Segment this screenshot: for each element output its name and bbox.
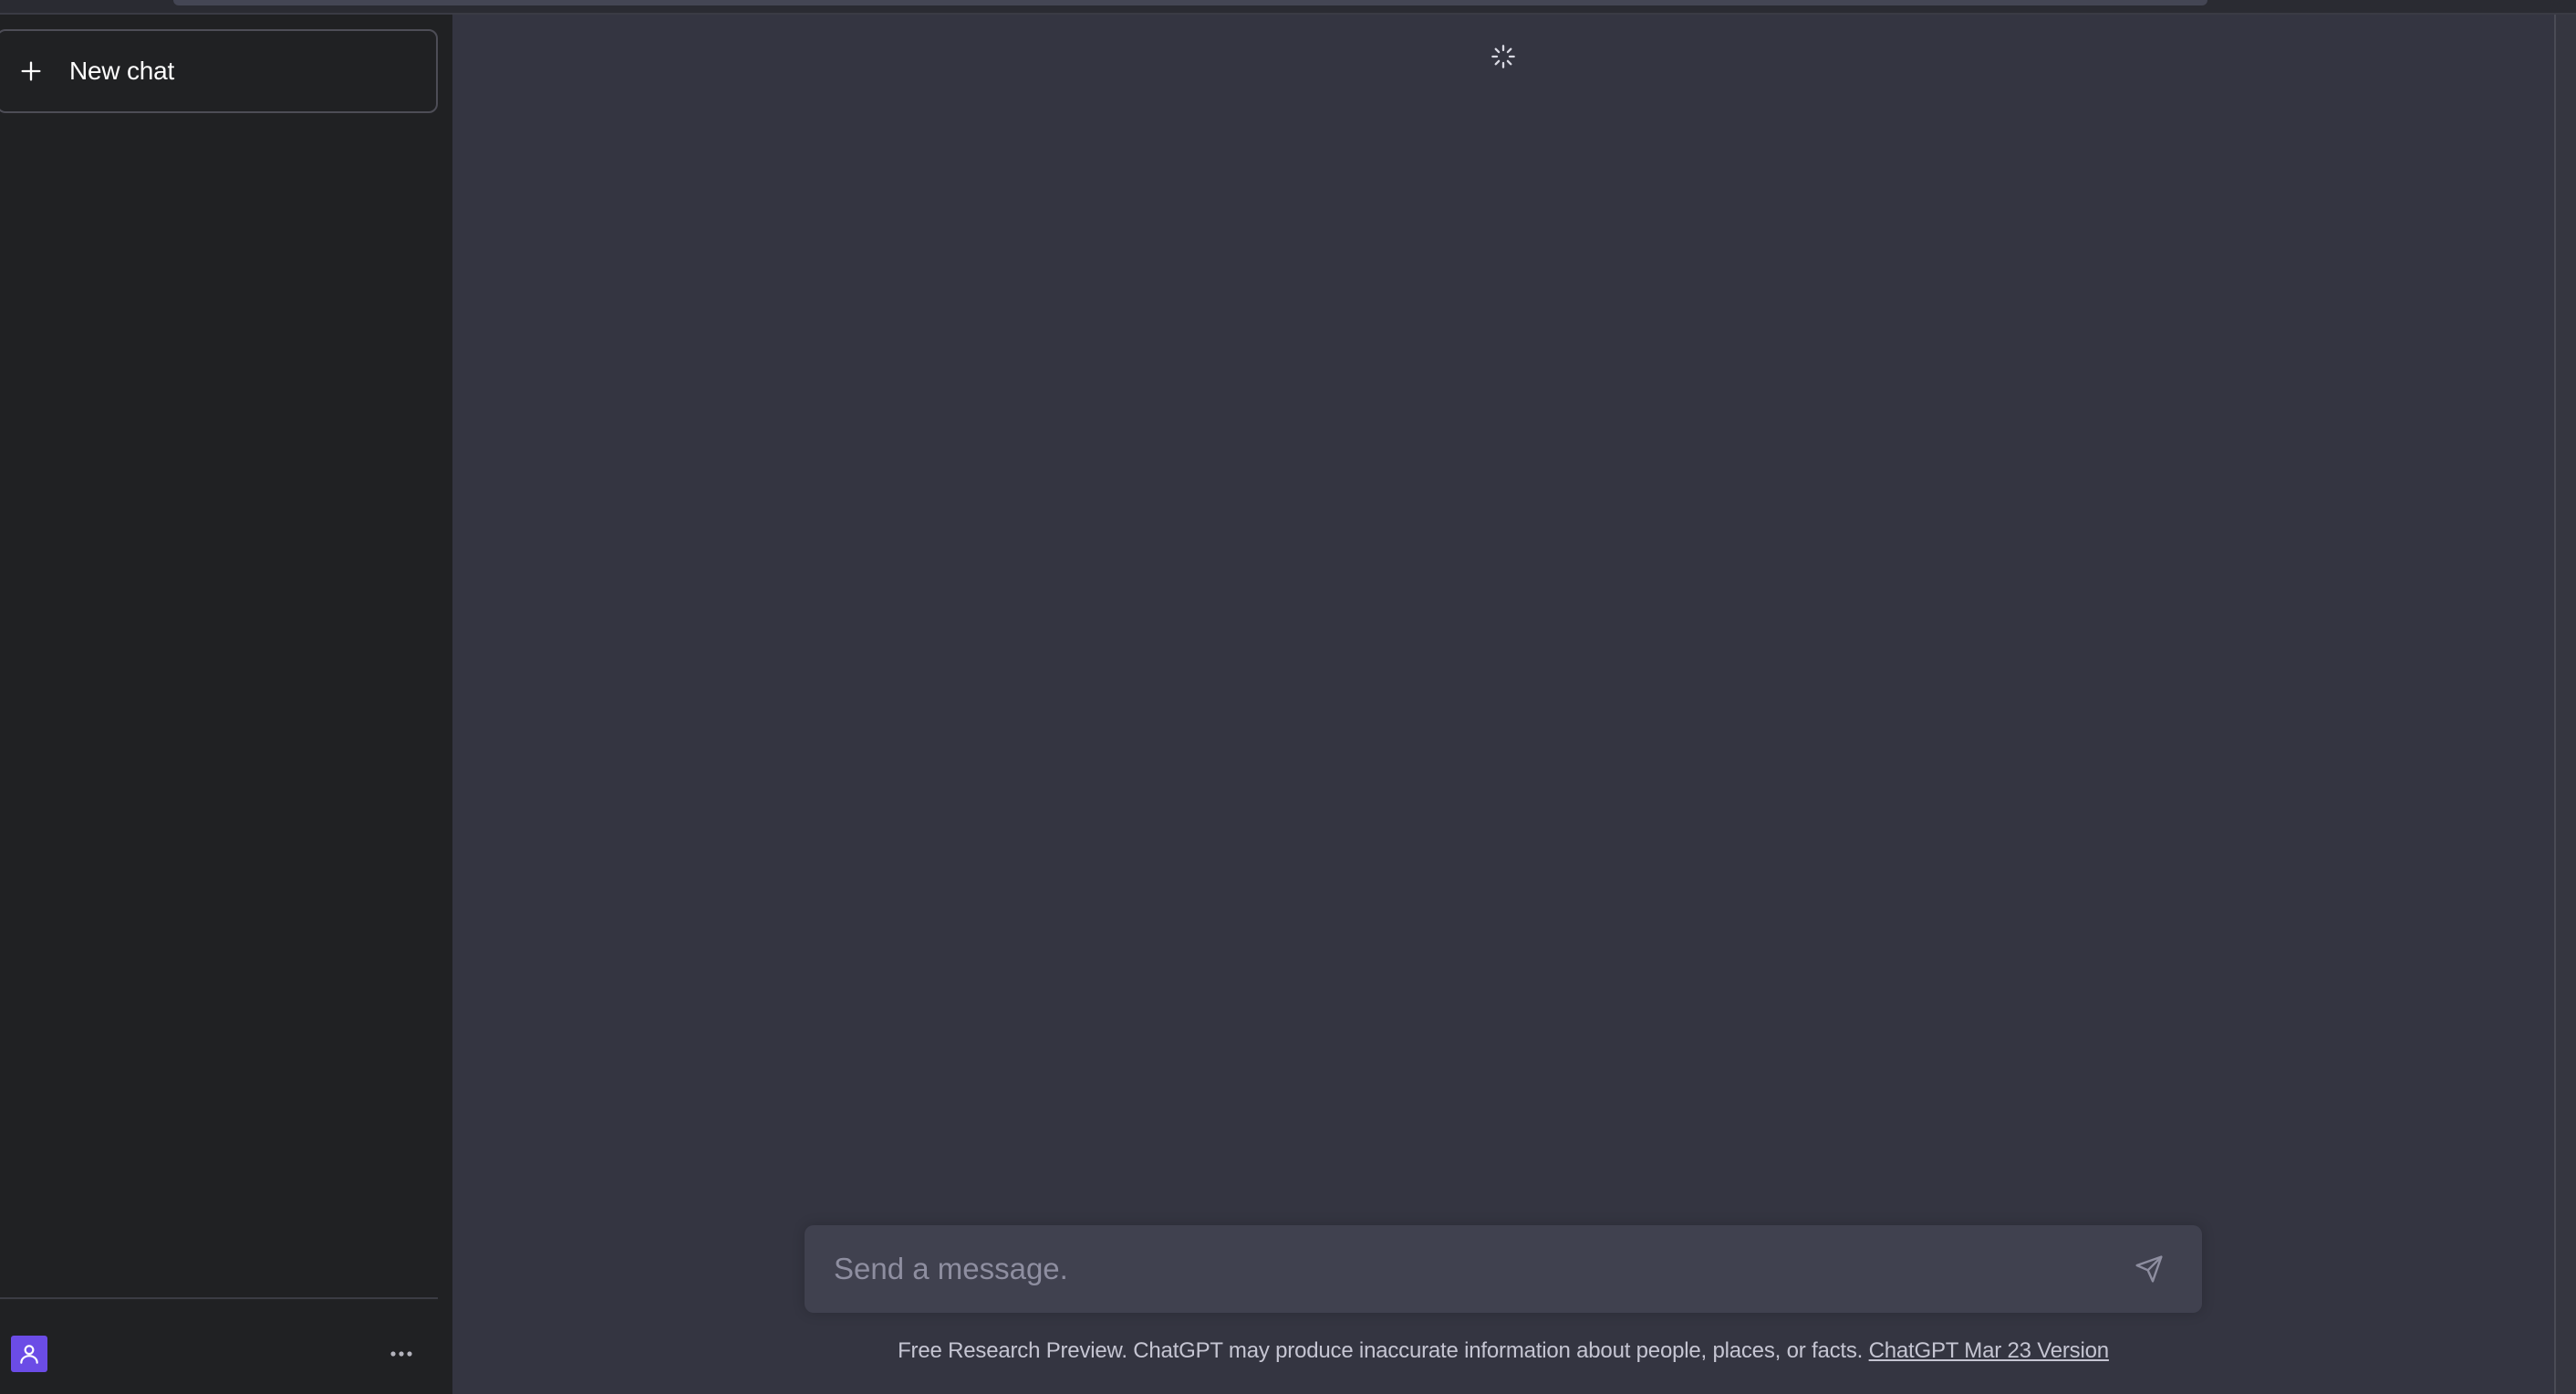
plus-icon	[21, 61, 41, 81]
more-horizontal-icon[interactable]	[387, 1339, 416, 1368]
avatar[interactable]	[11, 1336, 47, 1372]
sidebar-divider	[0, 1297, 438, 1299]
sidebar: New chat	[0, 15, 452, 1394]
send-button[interactable]	[2122, 1242, 2176, 1296]
new-chat-label: New chat	[69, 57, 175, 85]
spinner-icon	[1491, 45, 1515, 68]
paper-plane-icon	[2135, 1255, 2163, 1283]
message-input[interactable]	[805, 1225, 2122, 1313]
browser-tab-edge	[173, 0, 2207, 5]
new-chat-button[interactable]: New chat	[0, 29, 438, 113]
browser-top-strip	[0, 0, 2576, 15]
user-icon	[20, 1345, 38, 1364]
disclaimer-text: Free Research Preview. ChatGPT may produ…	[898, 1338, 1869, 1363]
window-right-edge	[2554, 15, 2576, 1394]
message-composer	[805, 1225, 2202, 1313]
version-link[interactable]: ChatGPT Mar 23 Version	[1869, 1338, 2109, 1363]
chat-main	[452, 15, 2554, 1394]
footer-disclaimer: Free Research Preview. ChatGPT may produ…	[805, 1338, 2202, 1364]
